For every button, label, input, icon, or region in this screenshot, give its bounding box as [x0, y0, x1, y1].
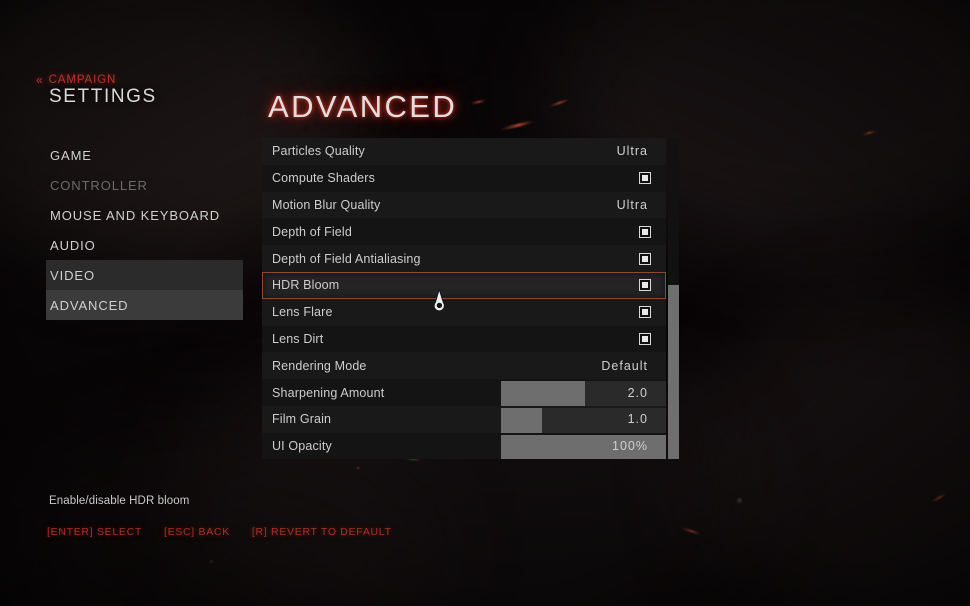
setting-value: Ultra [616, 144, 648, 159]
sidebar-item-video[interactable]: VIDEO [46, 260, 243, 290]
page-title: ADVANCED [268, 89, 458, 124]
back-to-campaign-link[interactable]: « CAMPAIGN [36, 72, 117, 87]
sidebar-item-label: VIDEO [50, 267, 95, 283]
setting-row[interactable]: Depth of Field [262, 218, 666, 246]
sidebar-item-game[interactable]: GAME [46, 140, 243, 170]
setting-checkbox[interactable] [639, 306, 651, 319]
back-link-label: CAMPAIGN [48, 74, 117, 86]
checkbox-tick-icon [642, 175, 648, 182]
setting-label: Sharpening Amount [272, 385, 385, 400]
setting-row[interactable]: Lens Dirt [262, 325, 666, 353]
slider-fill [501, 381, 586, 406]
setting-row[interactable]: Particles Quality Ultra [262, 138, 666, 165]
double-chevron-left-icon: « [36, 72, 44, 87]
settings-rows-list: Particles Quality Ultra Compute Shaders Mot… [262, 138, 666, 459]
setting-label: Motion Blur Quality [272, 197, 381, 212]
setting-label: HDR Bloom [272, 278, 340, 293]
page-header-title: SETTINGS [49, 86, 157, 107]
setting-label: Film Grain [272, 412, 332, 427]
setting-label: Compute Shaders [272, 171, 376, 186]
teardrop-pointer-cursor [431, 288, 449, 312]
sidebar-item-label: CONTROLLER [50, 177, 148, 193]
settings-scrollbar-thumb[interactable] [668, 285, 679, 459]
keyboard-hint: [ENTER] SELECT [47, 526, 142, 538]
setting-value: Ultra [616, 197, 648, 212]
setting-label: Particles Quality [272, 144, 365, 159]
setting-label: UI Opacity [272, 439, 332, 454]
setting-value: 2.0 [627, 385, 648, 400]
settings-sidebar: GAME CONTROLLER MOUSE AND KEYBOARD AUDIO VID… [46, 140, 243, 320]
setting-checkbox[interactable] [639, 172, 651, 185]
setting-checkbox[interactable] [639, 279, 651, 292]
setting-label: Lens Dirt [272, 331, 324, 346]
checkbox-tick-icon [642, 255, 648, 262]
setting-row[interactable]: Sharpening Amount 2.0 [262, 379, 666, 406]
setting-label: Depth of Field Antialiasing [272, 251, 421, 266]
setting-row[interactable]: Lens Flare [262, 298, 666, 326]
setting-row[interactable]: Rendering Mode Default [262, 352, 666, 380]
slider-fill [501, 407, 543, 433]
setting-label: Lens Flare [272, 305, 333, 320]
checkbox-tick-icon [642, 228, 648, 235]
settings-panel: Particles Quality Ultra Compute Shaders Mot… [262, 138, 679, 459]
sidebar-item-controller: CONTROLLER [46, 170, 243, 200]
checkbox-tick-icon [642, 335, 648, 342]
settings-scrollbar-track[interactable] [668, 138, 679, 459]
setting-row[interactable]: Compute Shaders [262, 164, 666, 192]
sidebar-item-mouse-and-keyboard[interactable]: MOUSE AND KEYBOARD [46, 200, 243, 230]
setting-row[interactable]: Film Grain 1.0 [262, 405, 666, 433]
setting-value: 100% [612, 439, 648, 454]
keyboard-hints-bar: [ENTER] SELECT [ESC] BACK [R] REVERT TO DE… [47, 526, 392, 538]
setting-label: Rendering Mode [272, 358, 367, 373]
keyboard-hint: [R] REVERT TO DEFAULT [251, 526, 392, 538]
setting-row[interactable]: Motion Blur Quality Ultra [262, 191, 666, 219]
setting-value: Default [601, 358, 648, 373]
keyboard-hint: [ESC] BACK [163, 526, 230, 538]
checkbox-tick-icon [642, 282, 648, 289]
checkbox-tick-icon [642, 309, 648, 316]
sidebar-item-label: GAME [50, 147, 92, 163]
setting-checkbox[interactable] [639, 225, 651, 238]
setting-checkbox[interactable] [639, 332, 651, 345]
sidebar-item-label: ADVANCED [50, 297, 129, 313]
setting-value: 1.0 [627, 412, 648, 427]
sidebar-item-label: MOUSE AND KEYBOARD [50, 207, 221, 223]
setting-row[interactable]: UI Opacity 100% [262, 432, 666, 459]
setting-checkbox[interactable] [639, 252, 651, 265]
setting-description: Enable/disable HDR bloom [49, 495, 190, 507]
setting-label: Depth of Field [272, 224, 352, 239]
sidebar-item-label: AUDIO [50, 237, 96, 253]
sidebar-item-advanced[interactable]: ADVANCED [46, 290, 243, 320]
sidebar-item-audio[interactable]: AUDIO [46, 230, 243, 260]
setting-row[interactable]: Depth of Field Antialiasing [262, 245, 666, 272]
setting-row[interactable]: HDR Bloom [262, 271, 666, 299]
